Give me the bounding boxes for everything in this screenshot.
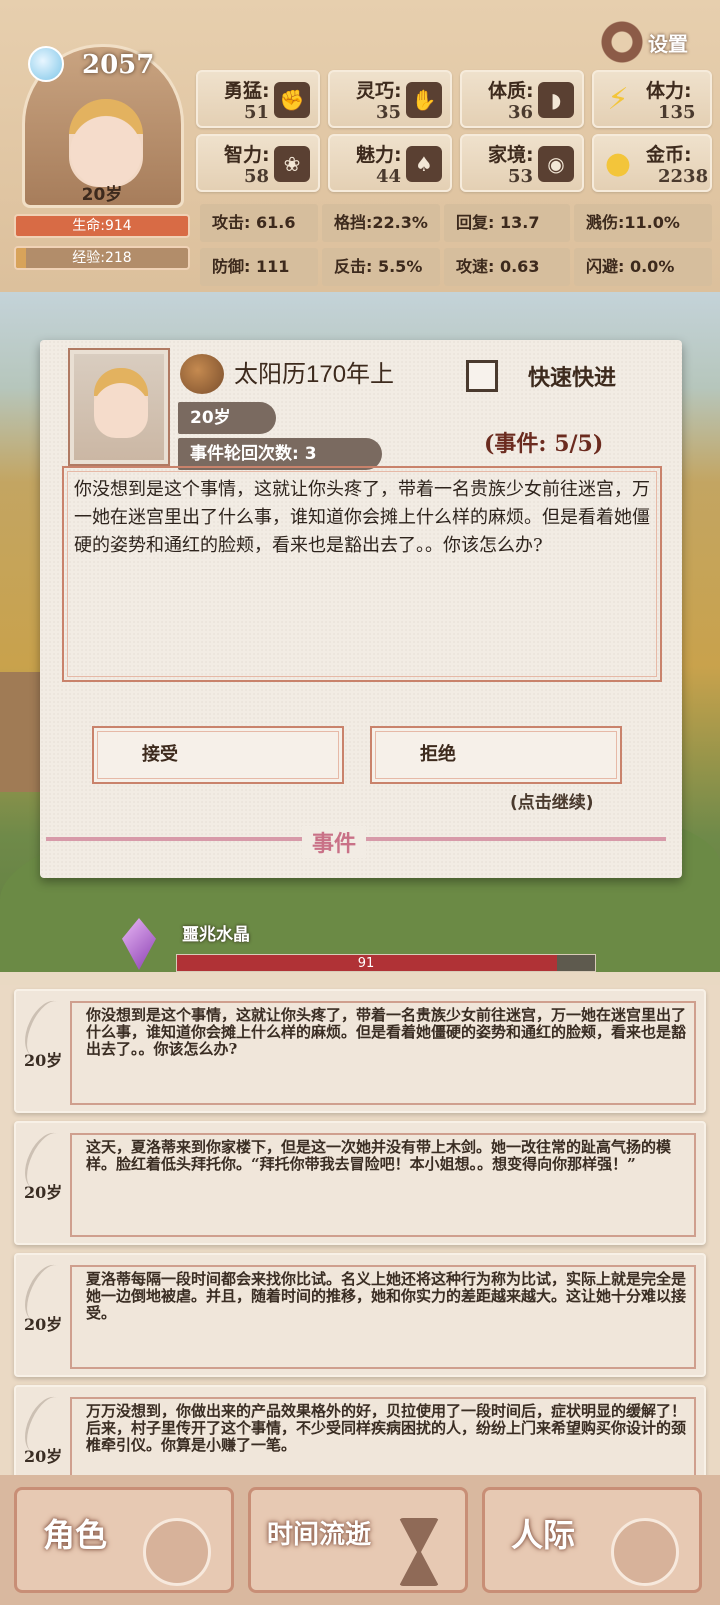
settings-button[interactable]: 设置 (598, 18, 708, 66)
fast-forward-checkbox[interactable] (466, 360, 498, 392)
combat-attack: 攻击: 61.6 (200, 204, 318, 242)
combat-attack-speed: 攻速: 0.63 (444, 248, 570, 286)
nav-role-label: 角色 (43, 1516, 108, 1554)
stat-family[interactable]: 家境: 53 ◉ (460, 134, 584, 192)
continue-hint[interactable]: (点击继续) (510, 788, 594, 813)
stat-value: 53 (508, 166, 534, 187)
event-banner: 事件 (302, 826, 367, 858)
crystal-label: 噩兆水晶 (182, 925, 250, 945)
log-text: 夏洛蒂每隔一段时间都会来找你比试。名义上她还将这种行为称为比试，实际上就是完全是… (86, 1270, 687, 1322)
log-age: 20岁 (24, 1051, 63, 1070)
bottom-nav: 角色 时间流逝 人际 (0, 1475, 720, 1605)
event-age-tag: 20岁 (178, 402, 276, 434)
nav-social-button[interactable]: 人际 (482, 1487, 702, 1593)
soul-value: 2057 (82, 50, 155, 80)
combat-dodge: 闪避: 0.0% (574, 248, 712, 286)
fist-icon: ✊ (274, 82, 310, 118)
log-age: 20岁 (24, 1183, 63, 1202)
stat-value: 51 (244, 102, 270, 123)
soul-icon (28, 46, 64, 82)
stat-label: 智力: (224, 144, 270, 166)
event-log[interactable]: 你没想到是这个事情，这就让你头疼了，带着一名贵族少女前往迷宫，万一她在迷宫里出了… (0, 985, 720, 1475)
gear-icon (598, 18, 646, 66)
event-counter: (事件: 5/5) (484, 431, 604, 457)
resource-stamina[interactable]: ⚡ 体力: 135 (592, 70, 712, 128)
resource-gold[interactable]: ● 金币: 2238 (592, 134, 712, 192)
combat-block: 格挡:22.3% (322, 204, 440, 242)
hand-icon: ✋ (406, 82, 442, 118)
stat-courage[interactable]: 勇猛: 51 ✊ (196, 70, 320, 128)
stat-intelligence[interactable]: 智力: 58 ❀ (196, 134, 320, 192)
fast-forward-label[interactable]: 快速快进 (528, 360, 616, 392)
accept-button[interactable]: 接受 (92, 726, 344, 784)
crystal-progress-bar: 91 (176, 954, 596, 972)
resource-value: 2238 (658, 166, 709, 187)
combat-splash: 溅伤:11.0% (574, 204, 712, 242)
event-description: 你没想到是这个事情，这就让你头疼了，带着一名贵族少女前往迷宫，万一她在迷宫里出了… (74, 479, 650, 556)
reject-button[interactable]: 拒绝 (370, 726, 622, 784)
nav-role-button[interactable]: 角色 (14, 1487, 234, 1593)
nav-social-label: 人际 (511, 1516, 576, 1554)
combat-counter: 反击: 5.5% (322, 248, 440, 286)
stat-value: 44 (376, 166, 402, 187)
status-panel: 2057 20岁 生命:914 经验:218 勇猛: 51 ✊ 灵巧: 35 ✋… (0, 0, 720, 292)
xp-bar: 经验:218 (14, 246, 190, 270)
people-icon (611, 1518, 679, 1586)
lightning-icon: ⚡ (607, 82, 629, 117)
stat-agility[interactable]: 灵巧: 35 ✋ (328, 70, 452, 128)
log-entry[interactable]: 夏洛蒂每隔一段时间都会来找你比试。名义上她还将这种行为称为比试，实际上就是完全是… (14, 1253, 706, 1377)
xp-bar-fill (16, 248, 27, 268)
log-text: 这天，夏洛蒂来到你家楼下，但是这一次她并没有带上木剑。她一改往常的趾高气扬的模样… (86, 1138, 672, 1173)
stat-label: 魅力: (356, 144, 402, 166)
stat-constitution[interactable]: 体质: 36 ◗ (460, 70, 584, 128)
log-age: 20岁 (24, 1447, 63, 1466)
stat-value: 35 (376, 102, 402, 123)
event-date: 太阳历170年上 (234, 361, 395, 388)
gold-coin-icon: ● (604, 146, 632, 181)
nav-time-label: 时间流逝 (267, 1520, 372, 1550)
hourglass-icon (399, 1518, 439, 1586)
combat-regen: 回复: 13.7 (444, 204, 570, 242)
stat-value: 58 (244, 166, 270, 187)
stat-charm[interactable]: 魅力: 44 ♠ (328, 134, 452, 192)
stat-value: 36 (508, 102, 534, 123)
coin-hand-icon: ◉ (538, 146, 574, 182)
arm-icon: ◗ (538, 82, 574, 118)
event-text-box: 你没想到是这个事情，这就让你头疼了，带着一名贵族少女前往迷宫，万一她在迷宫里出了… (62, 466, 662, 682)
resource-value: 135 (658, 102, 696, 123)
reject-label: 拒绝 (420, 744, 456, 765)
stat-label: 勇猛: (224, 80, 270, 102)
stat-label: 家境: (488, 144, 534, 166)
log-age: 20岁 (24, 1315, 63, 1334)
hp-bar: 生命:914 (14, 214, 190, 238)
nav-time-button[interactable]: 时间流逝 (248, 1487, 468, 1593)
xp-label: 经验:218 (72, 250, 132, 266)
lotus-icon: ♠ (406, 146, 442, 182)
crystal-value: 91 (357, 956, 375, 971)
settings-label: 设置 (648, 32, 688, 56)
character-bust-icon (143, 1518, 211, 1586)
bean-coin-icon (180, 354, 224, 394)
log-entry[interactable]: 这天，夏洛蒂来到你家楼下，但是这一次她并没有带上木剑。她一改往常的趾高气扬的模样… (14, 1121, 706, 1245)
brain-icon: ❀ (274, 146, 310, 182)
accept-label: 接受 (142, 744, 178, 765)
event-portrait (68, 348, 170, 466)
event-dialog[interactable]: 太阳历170年上 快速快进 20岁 事件轮回次数: 3 (事件: 5/5) 你没… (40, 340, 682, 878)
player-age: 20岁 (81, 185, 123, 205)
stat-label: 灵巧: (356, 80, 402, 102)
combat-defense: 防御: 111 (200, 248, 318, 286)
resource-label: 体力: (646, 80, 692, 102)
log-text: 你没想到是这个事情，这就让你头疼了，带着一名贵族少女前往迷宫，万一她在迷宫里出了… (86, 1006, 687, 1058)
stat-label: 体质: (488, 80, 534, 102)
log-entry[interactable]: 你没想到是这个事情，这就让你头疼了，带着一名贵族少女前往迷宫，万一她在迷宫里出了… (14, 989, 706, 1113)
log-text: 万万没想到，你做出来的产品效果格外的好，贝拉使用了一段时间后，症状明显的缓解了！… (86, 1402, 687, 1454)
resource-label: 金币: (646, 144, 692, 166)
log-entry[interactable]: 万万没想到，你做出来的产品效果格外的好，贝拉使用了一段时间后，症状明显的缓解了！… (14, 1385, 706, 1475)
